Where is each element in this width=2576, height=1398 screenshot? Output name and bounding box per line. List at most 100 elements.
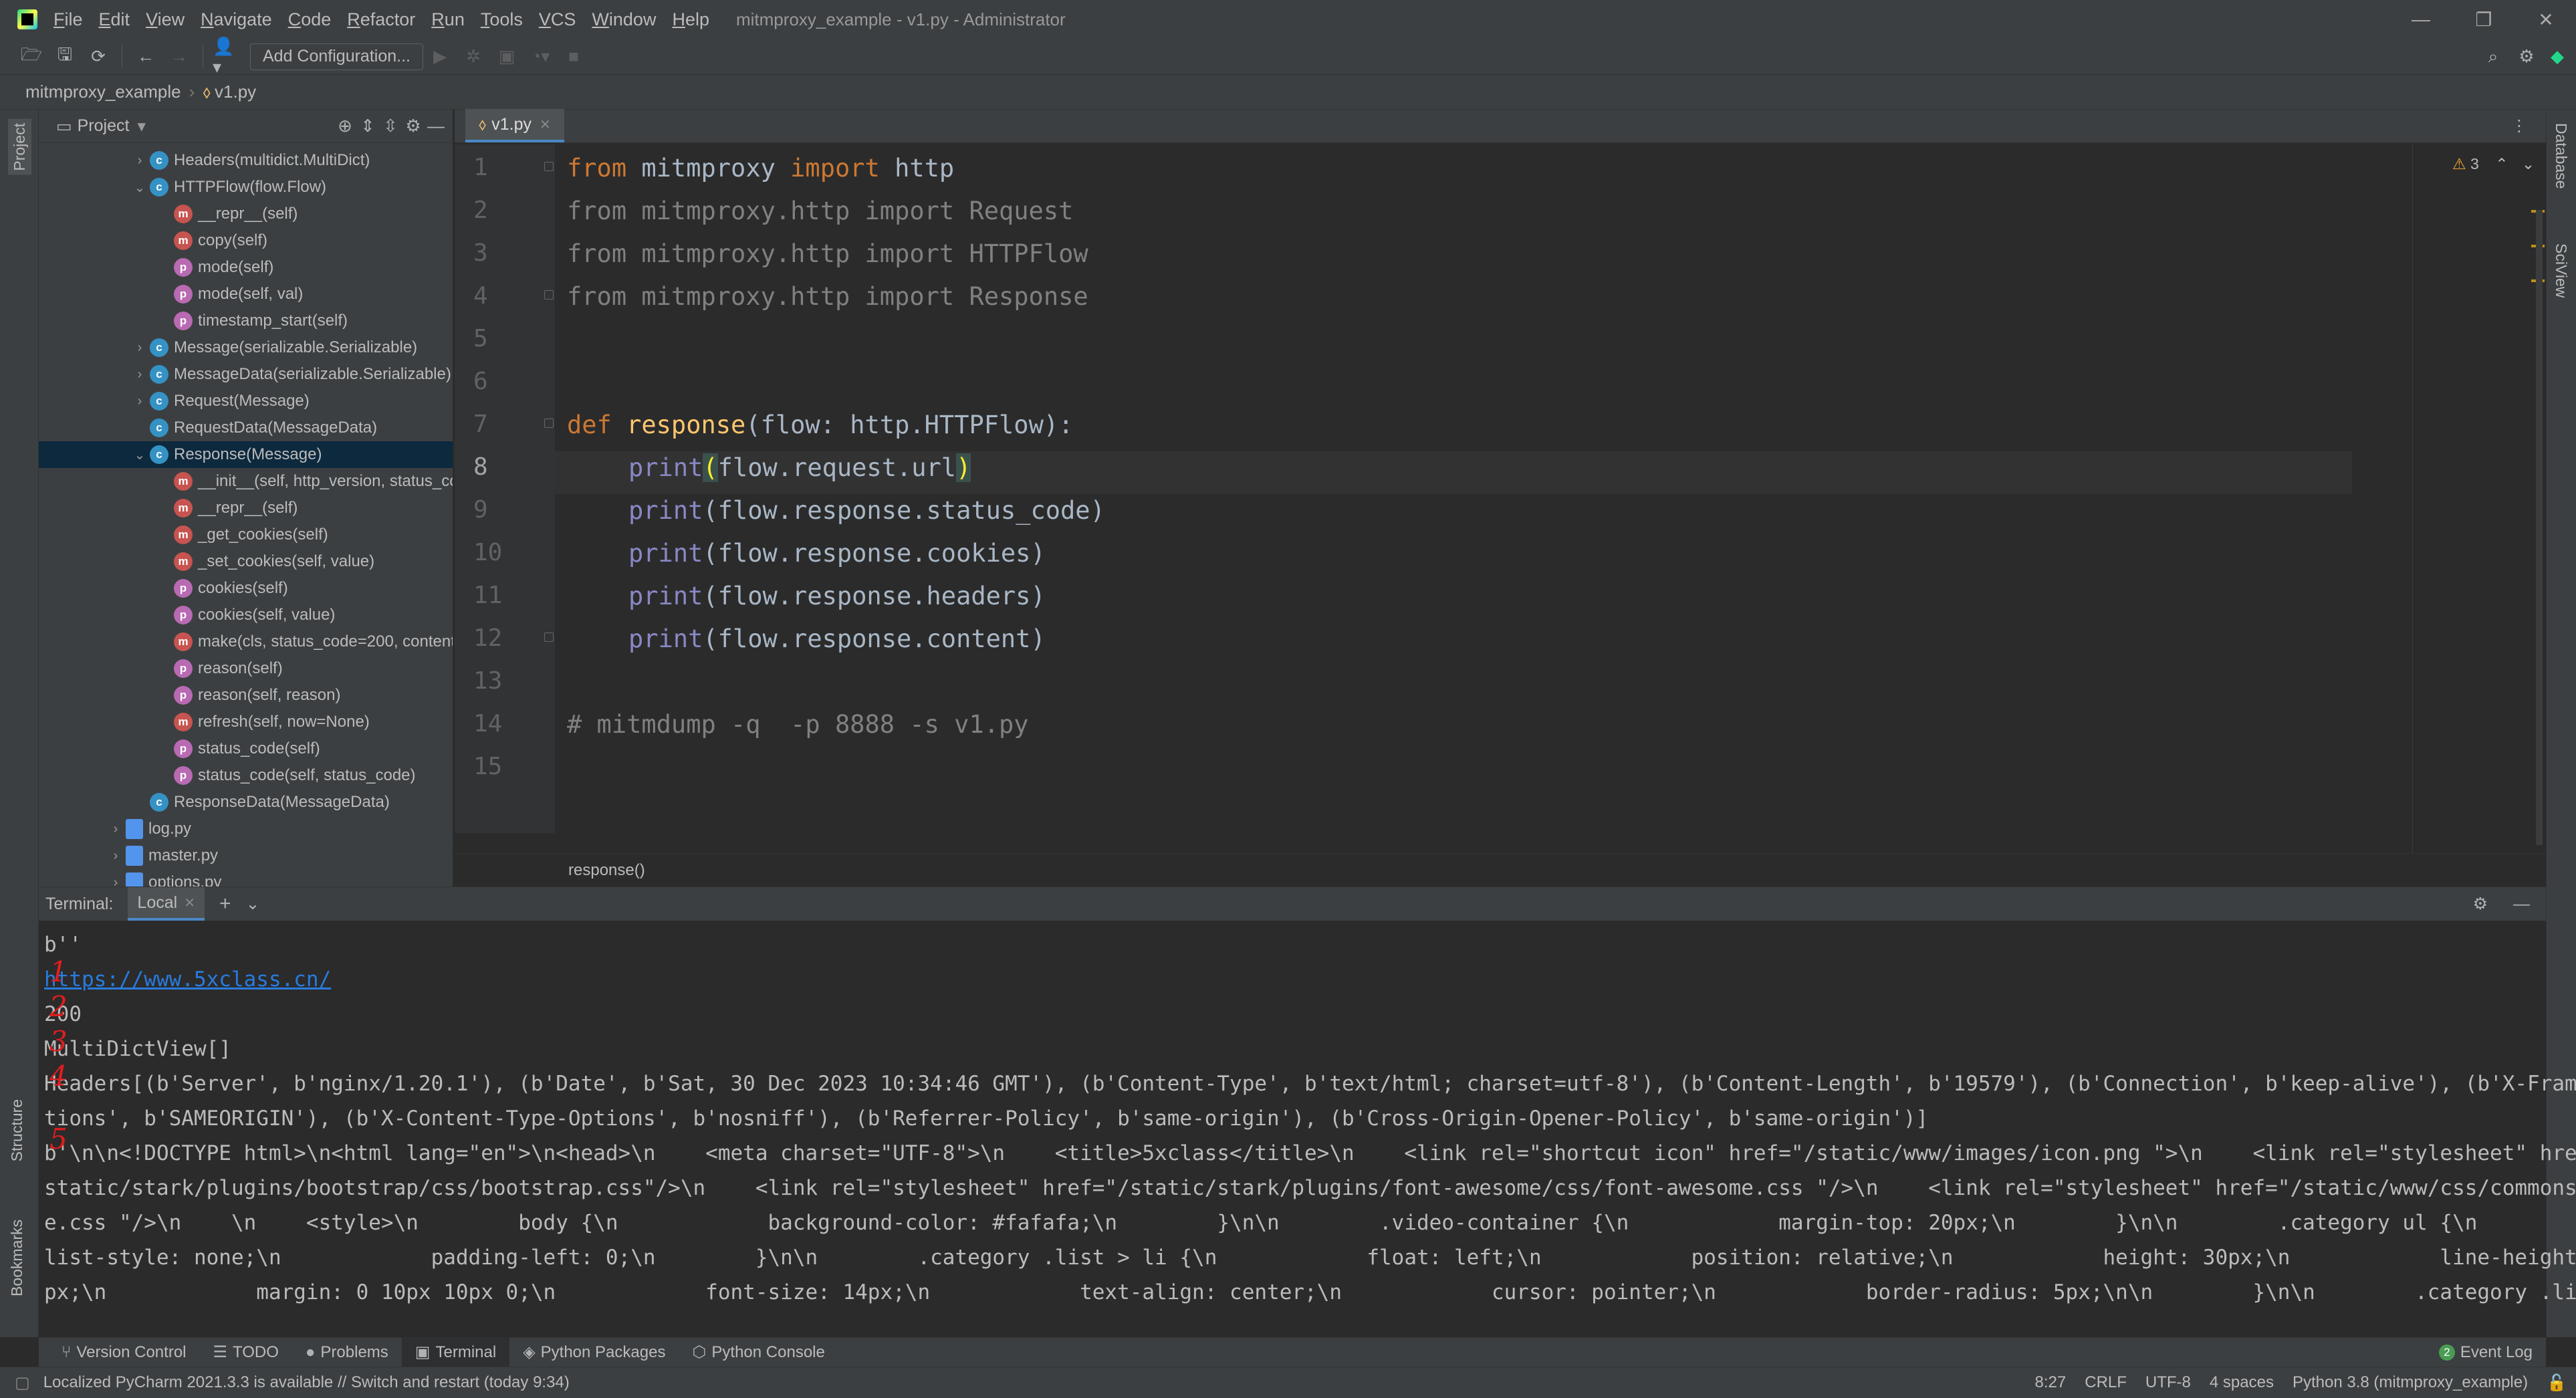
menu-navigate[interactable]: Navigate [193, 9, 280, 30]
tab-version-control[interactable]: ⑂ Version Control [48, 1338, 200, 1367]
close-window-icon[interactable]: ✕ [2516, 0, 2576, 39]
chevron-right-icon[interactable]: › [106, 822, 126, 837]
tree-item[interactable]: m _get_cookies(self) [39, 521, 328, 548]
code-line-4[interactable]: from mitmproxy.http import Response [567, 282, 1088, 311]
fold-marker-icon[interactable] [544, 162, 554, 171]
caret-position[interactable]: 8:27 [2026, 1373, 2076, 1392]
status-message[interactable]: Localized PyCharm 2021.3.3 is available … [34, 1373, 579, 1392]
tree-item[interactable]: p mode(self) [39, 254, 273, 281]
chevron-right-icon[interactable]: › [106, 875, 126, 887]
tree-item[interactable]: p status_code(self) [39, 735, 320, 762]
save-all-icon[interactable]: 🖫 [51, 43, 79, 71]
bookmarks-side-tab[interactable]: Bookmarks [8, 1219, 26, 1296]
code-line-9[interactable]: print(flow.response.status_code) [628, 496, 1105, 525]
line-number[interactable]: 5 [473, 325, 513, 352]
lock-icon[interactable]: 🔓 [2537, 1373, 2576, 1393]
code-line-12[interactable]: print(flow.response.content) [628, 624, 1046, 653]
line-number[interactable]: 13 [473, 667, 513, 695]
sciview-side-tab[interactable]: SciView [2552, 243, 2570, 298]
tree-item[interactable]: p cookies(self) [39, 575, 288, 602]
chevron-right-icon[interactable]: › [130, 394, 150, 409]
line-number[interactable]: 10 [473, 539, 513, 566]
line-number[interactable]: 3 [473, 239, 513, 267]
line-number[interactable]: 8 [473, 453, 513, 481]
project-side-tab[interactable]: Project [8, 119, 31, 175]
collapse-all-icon[interactable]: ⇳ [379, 115, 402, 138]
search-icon[interactable]: ⌕ [2479, 43, 2507, 71]
menu-file[interactable]: File [45, 9, 91, 30]
terminal-gear-icon[interactable]: ⚙ [2473, 894, 2488, 914]
profile-icon[interactable]: ◔▾ [526, 43, 554, 71]
menu-view[interactable]: View [138, 9, 193, 30]
python-interpreter[interactable]: Python 3.8 (mitmproxy_example) [2283, 1373, 2537, 1392]
tab-v1-py[interactable]: ⬨ v1.py ✕ [465, 109, 564, 142]
line-number[interactable]: 6 [473, 368, 513, 395]
tree-item[interactable]: p reason(self) [39, 655, 283, 682]
breadcrumb-project[interactable]: mitmproxy_example [0, 82, 181, 102]
chevron-down-icon[interactable]: ⌄ [130, 179, 150, 196]
vcs-user-icon[interactable]: 👤▾ [213, 36, 241, 77]
run-icon[interactable]: ▶ [426, 43, 454, 71]
back-icon[interactable]: ← [132, 43, 160, 71]
menu-window[interactable]: Window [584, 9, 664, 30]
tree-item[interactable]: › c Request(Message) [39, 388, 310, 415]
tree-item[interactable]: c ResponseData(MessageData) [39, 789, 390, 816]
breadcrumb-file[interactable]: v1.py [215, 82, 256, 102]
menu-code[interactable]: Code [280, 9, 340, 30]
tree-item[interactable]: p cookies(self, value) [39, 602, 335, 628]
tree-item[interactable]: › master.py [39, 842, 218, 869]
line-number[interactable]: 4 [473, 282, 513, 310]
chevron-down-icon[interactable]: ⌄ [245, 894, 259, 914]
close-tab-icon[interactable]: ✕ [184, 895, 195, 911]
tree-item[interactable]: m refresh(self, now=None) [39, 709, 370, 735]
chevron-right-icon[interactable]: › [130, 153, 150, 168]
panel-gear-icon[interactable]: ⚙ [402, 115, 425, 138]
expand-all-icon[interactable]: ⇕ [356, 115, 379, 138]
chevron-up-icon[interactable]: ⌃ [2495, 155, 2508, 172]
fold-marker-icon[interactable] [544, 632, 554, 642]
tree-item[interactable]: › c Message(serializable.Serializable) [39, 334, 417, 361]
locate-file-icon[interactable]: ⊕ [334, 115, 356, 138]
chevron-down-icon[interactable]: ⌄ [130, 447, 150, 463]
warnings-indicator[interactable]: ⚠ 3 ⌃ ⌄ [2452, 155, 2535, 173]
line-number[interactable]: 7 [473, 411, 513, 438]
editor-scrollbar[interactable] [2536, 210, 2543, 845]
code-line-2[interactable]: from mitmproxy.http import Request [567, 197, 1073, 225]
structure-side-tab[interactable]: Structure [8, 1099, 26, 1161]
code-line-8[interactable]: print(flow.request.url) [628, 453, 971, 482]
tab-python-console[interactable]: ⬡ Python Console [679, 1338, 838, 1367]
tree-item[interactable]: m copy(self) [39, 227, 267, 254]
forward-icon[interactable]: → [165, 43, 193, 71]
tree-item[interactable]: › c MessageData(serializable.Serializable) [39, 361, 451, 388]
menu-run[interactable]: Run [423, 9, 473, 30]
tree-item[interactable]: › log.py [39, 816, 191, 842]
code-line-14-comment[interactable]: # mitmdump -q -p 8888 -s v1.py [567, 710, 1029, 739]
tree-item[interactable]: › c Headers(multidict.MultiDict) [39, 147, 370, 174]
sync-icon[interactable]: ⟳ [84, 43, 112, 71]
tree-item[interactable]: › options.py [39, 869, 221, 887]
settings-gear-icon[interactable]: ⚙ [2512, 43, 2541, 71]
terminal-tab-local[interactable]: Local ✕ [128, 887, 205, 921]
tree-item[interactable]: c RequestData(MessageData) [39, 415, 377, 441]
event-log-button[interactable]: 2 Event Log [2426, 1338, 2546, 1367]
open-folder-icon[interactable]: 🗁 [17, 43, 45, 71]
code-line-7[interactable]: def response(flow: http.HTTPFlow): [567, 411, 1073, 439]
line-number[interactable]: 15 [473, 753, 513, 780]
menu-edit[interactable]: Edit [91, 9, 138, 30]
database-side-tab[interactable]: Database [2552, 123, 2570, 189]
code-line-10[interactable]: print(flow.response.cookies) [628, 539, 1046, 568]
hide-panel-icon[interactable]: — [425, 115, 447, 138]
coverage-icon[interactable]: ▣ [493, 43, 521, 71]
menu-help[interactable]: Help [664, 9, 717, 30]
line-number[interactable]: 11 [473, 582, 513, 609]
chevron-down-icon[interactable]: ⌄ [2522, 155, 2535, 172]
stop-icon[interactable]: ■ [560, 43, 588, 71]
terminal-output[interactable]: b'' https://www.5xclass.cn/ 200 MultiDic… [39, 922, 2576, 1336]
tree-item[interactable]: p status_code(self, status_code) [39, 762, 416, 789]
file-encoding[interactable]: UTF-8 [2136, 1373, 2200, 1392]
tree-item[interactable]: ⌄ c Response(Message) [39, 441, 453, 468]
line-number[interactable]: 14 [473, 710, 513, 737]
tree-item[interactable]: p mode(self, val) [39, 281, 303, 308]
more-tabs-icon[interactable]: ⋮ [2511, 116, 2527, 136]
tree-item[interactable]: m __repr__(self) [39, 201, 298, 227]
